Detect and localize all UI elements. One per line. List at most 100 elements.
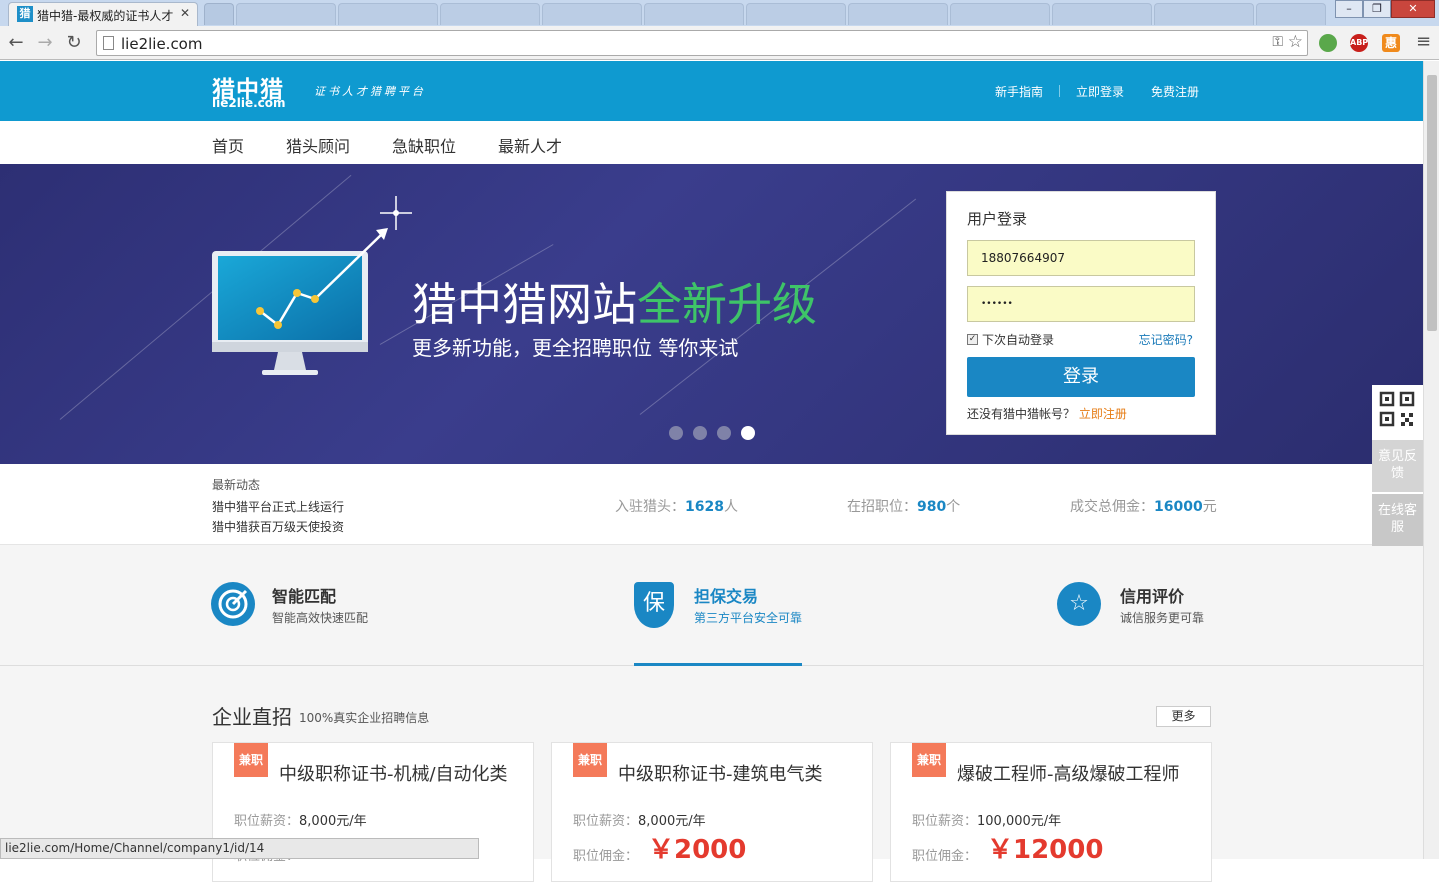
more-button[interactable]: 更多 — [1156, 706, 1211, 727]
salary-value: 100,000元/年 — [977, 814, 1062, 829]
back-arrow-icon[interactable]: ← — [5, 32, 27, 53]
news-item[interactable]: 猎中猎平台正式上线运行 — [212, 498, 344, 515]
nav-latest-talent[interactable]: 最新人才 — [498, 133, 562, 157]
job-title[interactable]: 爆破工程师-高级爆破工程师 — [957, 760, 1180, 786]
job-commission-value: ￥12000 — [987, 835, 1104, 865]
vertical-scrollbar[interactable] — [1423, 61, 1439, 859]
browser-toolbar: ← → ↻ lie2lie.com ⚿ ☆ ABP 惠 ≡ — [0, 26, 1439, 60]
job-title[interactable]: 中级职称证书-机械/自动化类 — [279, 760, 508, 786]
slide-dot-3[interactable] — [717, 426, 731, 440]
browser-tab-background[interactable] — [746, 3, 846, 25]
login-title: 用户登录 — [967, 210, 1028, 228]
header-separator — [1059, 85, 1060, 97]
stat-headhunters: 入驻猎头：1628人 — [615, 496, 738, 516]
job-salary-row: 职位薪资：8,000元/年 — [234, 810, 367, 829]
login-button[interactable]: 登录 — [967, 357, 1195, 397]
target-icon — [211, 582, 255, 626]
extension-green-icon[interactable] — [1319, 34, 1337, 52]
stat-open-jobs: 在招职位：980个 — [847, 496, 960, 516]
remember-me[interactable]: ✓ 下次自动登录 — [967, 331, 1054, 348]
feature-title[interactable]: 信用评价 — [1120, 583, 1184, 607]
no-account-text: 还没有猎中猎帐号？ — [967, 407, 1076, 421]
adblock-icon[interactable]: ABP — [1350, 34, 1368, 52]
forgot-password-link[interactable]: 忘记密码? — [1139, 331, 1193, 348]
password-field[interactable]: •••••• — [967, 286, 1195, 322]
job-card[interactable]: 兼职 中级职称证书-建筑电气类 职位薪资：8,000元/年 职位佣金： ￥200… — [551, 742, 873, 882]
job-title[interactable]: 中级职称证书-建筑电气类 — [618, 760, 823, 786]
news-heading: 最新动态 — [212, 478, 261, 492]
browser-tab-background[interactable] — [644, 3, 744, 25]
nav-home[interactable]: 首页 — [212, 133, 244, 157]
job-commission-label: 职位佣金： — [573, 849, 639, 864]
stat-label: 入驻猎头： — [615, 499, 685, 515]
header-link-login[interactable]: 立即登录 — [1076, 83, 1124, 100]
login-panel: 用户登录 18807664907 •••••• ✓ 下次自动登录 忘记密码? 登… — [946, 191, 1216, 435]
remember-checkbox[interactable]: ✓ — [967, 334, 978, 345]
news-item[interactable]: 猎中猎获百万级天使投资 — [212, 518, 344, 535]
nav-urgent-jobs[interactable]: 急缺职位 — [392, 133, 456, 157]
header-link-register[interactable]: 免费注册 — [1151, 83, 1199, 100]
forward-arrow-icon[interactable]: → — [34, 32, 56, 53]
feature-title[interactable]: 智能匹配 — [272, 583, 336, 607]
site-slogan: 证书人才猎聘平台 — [314, 85, 426, 98]
key-icon[interactable]: ⚿ — [1272, 34, 1283, 50]
window-close-icon[interactable]: ✕ — [1391, 0, 1435, 18]
feedback-label: 意见反馈 — [1377, 449, 1417, 481]
new-tab-button[interactable] — [204, 3, 234, 25]
browser-tabstrip: 猎 猎中猎-最权威的证书人才 ✕ – ❐ ✕ — [0, 0, 1439, 26]
browser-tab-background[interactable] — [236, 3, 336, 25]
scrollbar-thumb[interactable] — [1427, 75, 1437, 331]
username-field[interactable]: 18807664907 — [967, 240, 1195, 276]
shield-icon: 保 — [634, 582, 674, 628]
slide-dot-2[interactable] — [693, 426, 707, 440]
slide-dot-1[interactable] — [669, 426, 683, 440]
stat-value: 980 — [917, 499, 947, 515]
browser-tab-background[interactable] — [542, 3, 642, 25]
salary-value: 8,000元/年 — [299, 814, 367, 829]
browser-tab-background[interactable] — [848, 3, 948, 25]
maximize-icon[interactable]: ❐ — [1363, 0, 1391, 18]
browser-tab-background[interactable] — [1256, 3, 1326, 25]
feedback-button[interactable]: 意见反馈 — [1372, 440, 1423, 492]
salary-label: 职位薪资： — [573, 814, 639, 829]
job-card[interactable]: 兼职 中级职称证书-机械/自动化类 职位薪资：8,000元/年 职位佣金： ￥2… — [212, 742, 534, 882]
salary-value: 8,000元/年 — [638, 814, 706, 829]
banner-title-main: 猎中猎网站 — [412, 278, 638, 331]
remember-label: 下次自动登录 — [982, 333, 1055, 347]
feature-desc: 诚信服务更可靠 — [1120, 611, 1205, 625]
online-service-label: 在线客服 — [1377, 503, 1417, 535]
qr-code-icon[interactable] — [1372, 385, 1423, 440]
main-nav: 首页 猎头顾问 急缺职位 最新人才 — [0, 121, 1423, 164]
tab-close-icon[interactable]: ✕ — [180, 6, 190, 20]
monitor-chart-illustration — [212, 196, 412, 375]
browser-tab-background[interactable] — [1154, 3, 1254, 25]
banner-title-highlight: 全新升级 — [637, 278, 818, 331]
browser-tab-background[interactable] — [1052, 3, 1152, 25]
minimize-icon[interactable]: – — [1335, 0, 1363, 18]
header-link-guide[interactable]: 新手指南 — [995, 83, 1043, 100]
hui-extension-icon[interactable]: 惠 — [1382, 34, 1400, 52]
reload-icon[interactable]: ↻ — [63, 32, 85, 53]
address-url[interactable]: lie2lie.com — [121, 35, 202, 53]
feature-title[interactable]: 担保交易 — [694, 583, 758, 607]
banner-title: 猎中猎网站全新升级 — [412, 268, 817, 333]
browser-tab-active[interactable]: 猎 猎中猎-最权威的证书人才 ✕ — [8, 2, 198, 26]
job-card[interactable]: 兼职 爆破工程师-高级爆破工程师 职位薪资：100,000元/年 职位佣金： ￥… — [890, 742, 1212, 882]
bookmark-star-icon[interactable]: ☆ — [1288, 32, 1303, 52]
stat-value: 1628 — [685, 499, 724, 515]
banner-subtitle: 更多新功能，更全招聘职位 等你来试 — [412, 336, 739, 360]
job-type-badge: 兼职 — [573, 743, 607, 777]
slide-dot-4[interactable] — [741, 426, 755, 440]
browser-tab-background[interactable] — [950, 3, 1050, 25]
browser-tab-background[interactable] — [440, 3, 540, 25]
online-service-button[interactable]: 在线客服 — [1372, 494, 1423, 546]
menu-icon[interactable]: ≡ — [1416, 31, 1431, 52]
star-icon: ☆ — [1057, 582, 1101, 626]
browser-tab-background[interactable] — [338, 3, 438, 25]
register-link[interactable]: 立即注册 — [1079, 407, 1127, 421]
section-subtitle: 100%真实企业招聘信息 — [299, 711, 430, 725]
nav-headhunters[interactable]: 猎头顾问 — [286, 133, 350, 157]
stat-commission: 成交总佣金：16000元 — [1070, 496, 1217, 516]
site-favicon-icon: 猎 — [17, 6, 33, 22]
address-bar[interactable]: lie2lie.com ⚿ ☆ — [96, 30, 1308, 56]
